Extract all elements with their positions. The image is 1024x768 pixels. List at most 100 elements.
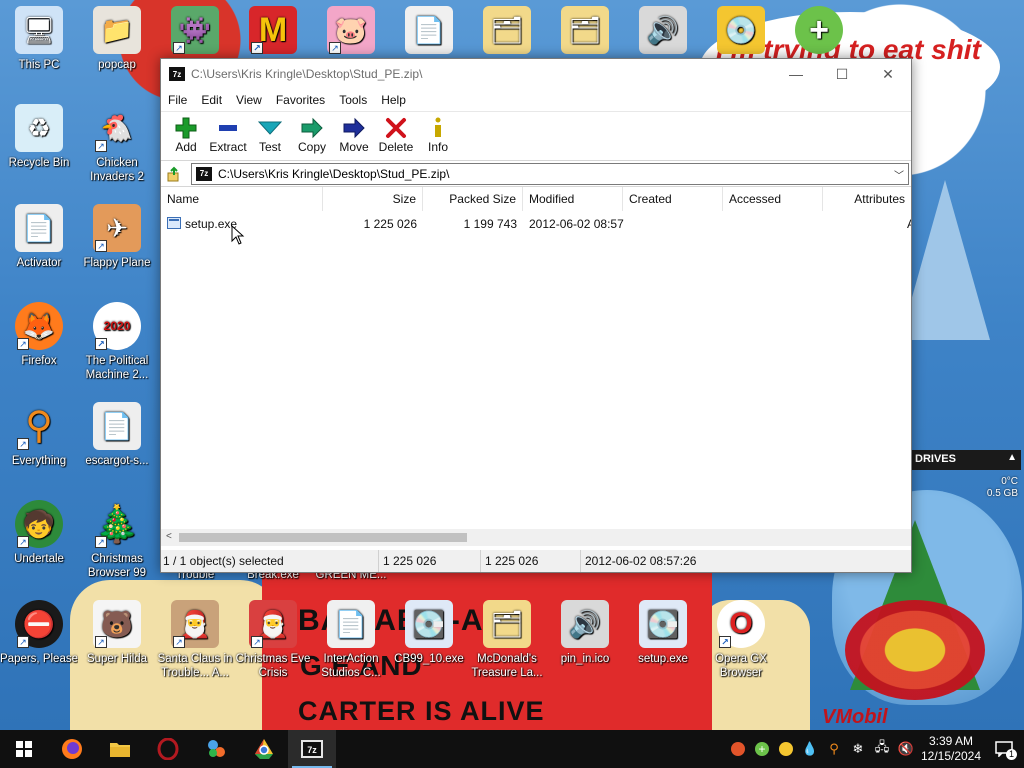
taskbar-clock[interactable]: 3:39 AM 12/15/2024 [918, 734, 984, 764]
desktop-icon-cd[interactable]: 💿 [702, 6, 780, 58]
taskbar-chrome[interactable] [240, 730, 288, 768]
taskbar-opera[interactable] [144, 730, 192, 768]
extract-button[interactable]: Extract [207, 112, 249, 160]
desktop-icon-firefox[interactable]: 🦊 ↗ Firefox [0, 302, 78, 368]
table-row[interactable]: setup.exe 1 225 026 1 199 743 2012-06-02… [161, 215, 911, 245]
taskbar: 7z + 💧 ⚲ ❄ 🖧 🔇 3:39 AM 12/15/2024 1 [0, 730, 1024, 768]
volume-muted-icon[interactable]: 🔇 [894, 730, 918, 768]
desktop-icon-recycle-bin[interactable]: ♻ Recycle Bin [0, 104, 78, 170]
desktop-icon-santa-claus-trouble[interactable]: 🎅 ↗ Santa Claus in Trouble... A... [156, 600, 234, 680]
column-header-modified[interactable]: Modified [523, 187, 623, 211]
network-icon[interactable]: 🖧 [870, 730, 894, 768]
7zip-file-manager-window[interactable]: 7z C:\Users\Kris Kringle\Desktop\Stud_PE… [160, 58, 912, 573]
shortcut-arrow-icon: ↗ [17, 438, 29, 450]
copy-icon [300, 116, 324, 140]
desktop-icon-plus[interactable]: + [780, 6, 858, 58]
window-titlebar[interactable]: 7z C:\Users\Kris Kringle\Desktop\Stud_PE… [161, 59, 911, 89]
status-packed: 1 225 026 [483, 550, 581, 572]
tray-drop-icon[interactable]: 💧 [798, 730, 822, 768]
move-button[interactable]: Move [333, 112, 375, 160]
desktop-icon-christmas-browser[interactable]: 🎄 ↗ Christmas Browser 99 [78, 500, 156, 580]
desktop-icon-setup[interactable]: 💽 setup.exe [624, 600, 702, 666]
address-combobox[interactable]: 7z C:\Users\Kris Kringle\Desktop\Stud_PE… [191, 162, 909, 185]
horizontal-scrollbar[interactable]: < [161, 529, 911, 546]
taskbar-file-explorer[interactable] [96, 730, 144, 768]
desktop-icon-zip-folder[interactable]: 🗂 [468, 6, 546, 58]
tray-app-icon[interactable] [726, 730, 750, 768]
info-button[interactable]: Info [417, 112, 459, 160]
tray-cd-icon[interactable] [774, 730, 798, 768]
up-folder-button[interactable] [165, 164, 185, 184]
desktop-icon-zip-folder[interactable]: 🗂 [546, 6, 624, 58]
column-header-packed-size[interactable]: Packed Size [423, 187, 523, 211]
file-list[interactable]: setup.exe 1 225 026 1 199 743 2012-06-02… [161, 211, 911, 533]
desktop-icon-pig[interactable]: 🐷 ↗ [312, 6, 390, 58]
file-list-header: Name Size Packed Size Modified Created A… [161, 187, 911, 211]
drives-size: 0.5 GB [986, 488, 1018, 499]
chevron-down-icon[interactable]: ﹀ [894, 167, 904, 182]
menu-favorites[interactable]: Favorites [269, 93, 332, 107]
shortcut-arrow-icon: ↗ [95, 536, 107, 548]
desktop-icon-cb99[interactable]: 💽 CB99_10.exe [390, 600, 468, 666]
menu-view[interactable]: View [229, 93, 269, 107]
minimize-button[interactable]: — [773, 59, 819, 89]
column-header-attributes[interactable]: Attributes [823, 187, 911, 211]
delete-button[interactable]: Delete [375, 112, 417, 160]
desktop-icon-escargot[interactable]: 📄 escargot-s... [78, 402, 156, 468]
desktop-icon-opera-gx[interactable]: O ↗ Opera GX Browser [702, 600, 780, 680]
desktop-icon-speaker[interactable]: 🔊 [624, 6, 702, 58]
collapse-icon[interactable]: ▲ [1007, 452, 1017, 463]
zip-folder-icon: 🗂 [561, 6, 609, 54]
desktop-icon-mcdonalds[interactable]: M ↗ [234, 6, 312, 58]
7zip-archive-icon: 7z [196, 166, 212, 181]
file-size: 1 225 026 [363, 217, 417, 231]
desktop-icon-everything[interactable]: ⚲ ↗ Everything [0, 402, 78, 468]
drives-gadget-header[interactable]: DRIVES ▲ [911, 450, 1021, 470]
column-header-size[interactable]: Size [323, 187, 423, 211]
menu-edit[interactable]: Edit [194, 93, 229, 107]
menu-file[interactable]: File [161, 93, 194, 107]
maximize-button[interactable]: ☐ [819, 59, 865, 89]
tray-snowflake-icon[interactable]: ❄ [846, 730, 870, 768]
desktop-icon-christmas-eve-crisis[interactable]: 🎅 ↗ Christmas Eve Crisis [234, 600, 312, 680]
desktop-icon-chicken-invaders[interactable]: 🐔 ↗ Chicken Invaders 2 [78, 104, 156, 184]
desktop-icon-undertale[interactable]: 🧒 ↗ Undertale [0, 500, 78, 566]
desktop-icon-document[interactable]: 📄 [390, 6, 468, 58]
tray-search-icon[interactable]: ⚲ [822, 730, 846, 768]
taskbar-7zip[interactable]: 7z [288, 730, 336, 768]
tray-plus-icon[interactable]: + [750, 730, 774, 768]
desktop-icon-interaction-studios[interactable]: 📄 InterAction Studios C... [312, 600, 390, 680]
shortcut-arrow-icon: ↗ [173, 636, 185, 648]
start-button[interactable] [0, 730, 48, 768]
scrollbar-thumb[interactable] [179, 533, 467, 542]
menu-tools[interactable]: Tools [332, 93, 374, 107]
document-icon: 📄 [405, 6, 453, 54]
test-button[interactable]: Test [249, 112, 291, 160]
notification-center-button[interactable]: 1 [984, 730, 1024, 768]
taskbar-firefox[interactable] [48, 730, 96, 768]
desktop-icon-activator[interactable]: 📄 Activator [0, 204, 78, 270]
add-button[interactable]: Add [165, 112, 207, 160]
folder-icon: 📁 [93, 6, 141, 54]
delete-label: Delete [378, 140, 414, 154]
desktop-icon-pixel-character[interactable]: 👾 ↗ [156, 6, 234, 58]
desktop-icon-label: setup.exe [638, 653, 688, 665]
desktop-icon-pin-in[interactable]: 🔊 pin_in.ico [546, 600, 624, 666]
menu-help[interactable]: Help [374, 93, 413, 107]
close-button[interactable]: ✕ [865, 59, 911, 89]
scroll-left-icon[interactable]: < [166, 531, 172, 542]
desktop-icon-super-hilda[interactable]: 🐻 ↗ Super Hilda [78, 600, 156, 666]
taskbar-app[interactable] [192, 730, 240, 768]
column-header-created[interactable]: Created [623, 187, 723, 211]
desktop-icon-popcap[interactable]: 📁 popcap [78, 6, 156, 72]
desktop-icon-mcdonalds-treasure[interactable]: 🗂 McDonald's Treasure La... [468, 600, 546, 680]
desktop-icon-label: popcap [98, 59, 136, 71]
desktop-icon-flappy-plane[interactable]: ✈ ↗ Flappy Plane [78, 204, 156, 270]
desktop-icon-this-pc[interactable]: 🖥 This PC [0, 6, 78, 72]
column-header-accessed[interactable]: Accessed [723, 187, 823, 211]
copy-button[interactable]: Copy [291, 112, 333, 160]
desktop-icon-papers-please[interactable]: ⛔ ↗ Papers, Please [0, 600, 78, 666]
drives-temp: 0°C [1001, 476, 1018, 487]
column-header-name[interactable]: Name [161, 187, 323, 211]
desktop-icon-political-machine[interactable]: 2020 ↗ The Political Machine 2... [78, 302, 156, 382]
